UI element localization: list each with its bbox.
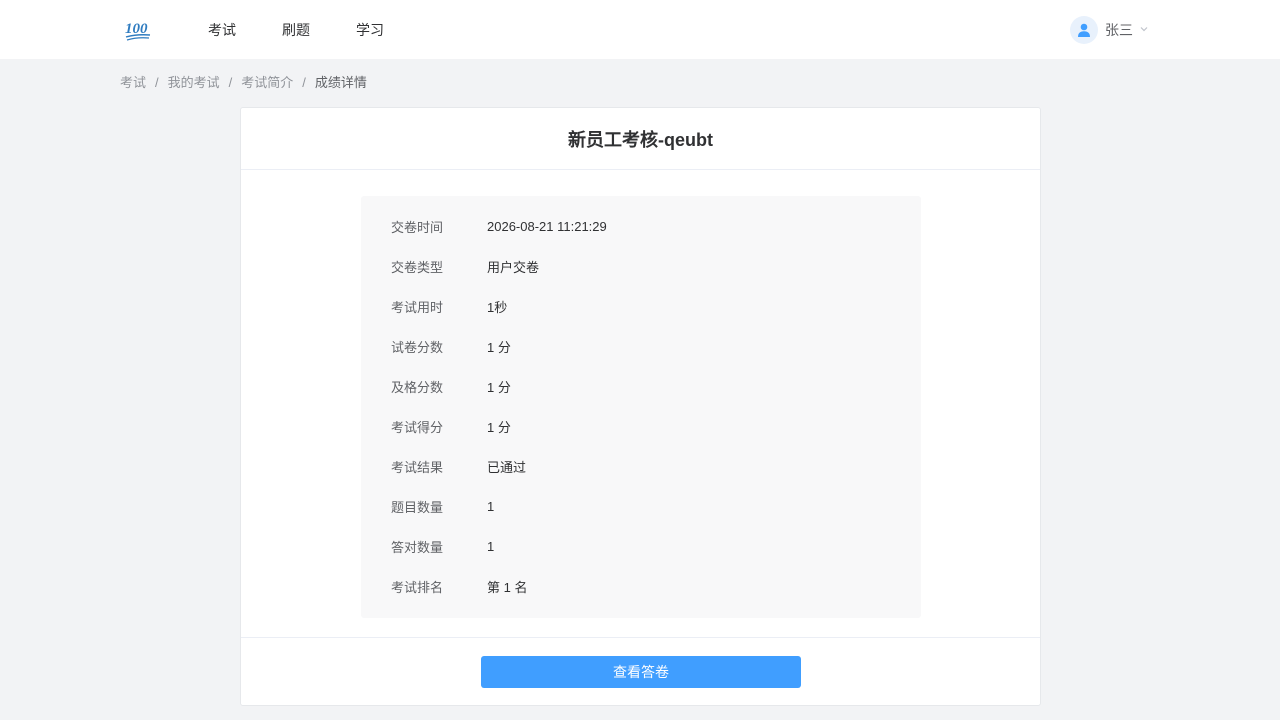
breadcrumb-score-details: 成绩详情: [314, 75, 367, 90]
row-label: 交卷时间: [391, 219, 444, 235]
nav-practice[interactable]: 刷题: [282, 21, 310, 39]
breadcrumb-separator: /: [155, 75, 159, 90]
row-label: 考试得分: [391, 419, 444, 435]
breadcrumb-separator: /: [228, 75, 233, 90]
user-name: 张三: [1105, 22, 1133, 38]
info-row-rank: 考试排名 第 1 名: [391, 576, 527, 596]
row-label: 答对数量: [391, 539, 444, 555]
nav-exam[interactable]: 考试: [208, 21, 236, 39]
top-nav-bar: 100 考试 刷题 学习 张三: [0, 0, 1280, 59]
breadcrumb-my-exams[interactable]: 我的考试: [168, 75, 220, 91]
result-card: 新员工考核-qeubt 交卷时间 2026-08-21 11:21:29 交卷类…: [240, 107, 1041, 706]
footer-divider: [241, 637, 1040, 638]
info-row-exam-score: 考试得分 1 分: [391, 416, 511, 436]
info-row-paper-score: 试卷分数 1 分: [391, 336, 511, 356]
breadcrumb-separator: /: [302, 75, 306, 90]
row-value: 1秒: [487, 299, 508, 315]
info-row-pass-score: 及格分数 1 分: [391, 376, 511, 396]
info-row-submit-time: 交卷时间 2026-08-21 11:21:29: [391, 216, 607, 236]
row-value: 用户交卷: [487, 259, 540, 275]
user-menu[interactable]: 张三: [1070, 16, 1149, 44]
row-label: 考试排名: [391, 579, 444, 595]
info-row-submit-type: 交卷类型 用户交卷: [391, 256, 539, 276]
breadcrumb-exam-intro[interactable]: 考试简介: [241, 75, 293, 91]
row-label: 试卷分数: [391, 339, 444, 355]
row-value: 1: [487, 538, 495, 554]
row-label: 考试结果: [391, 459, 444, 475]
row-label: 及格分数: [391, 379, 444, 395]
info-row-correct-count: 答对数量 1: [391, 536, 494, 556]
row-label: 考试用时: [391, 299, 444, 315]
row-value: 第 1 名: [487, 579, 528, 595]
row-value: 2026-08-21 11:21:29: [487, 218, 607, 234]
info-row-result: 考试结果 已通过: [391, 456, 526, 476]
view-answer-sheet-button[interactable]: 查看答卷: [481, 656, 801, 688]
row-value: 已通过: [487, 459, 527, 475]
breadcrumb-exam[interactable]: 考试: [120, 75, 146, 91]
nav-study[interactable]: 学习: [356, 21, 384, 39]
row-value: 1 分: [487, 379, 511, 395]
breadcrumb: 考试 / 我的考试 / 考试简介 / 成绩详情: [120, 75, 367, 91]
row-value: 1: [487, 498, 495, 514]
row-value: 1 分: [487, 339, 511, 355]
chevron-down-icon: [1139, 21, 1149, 39]
info-row-duration: 考试用时 1秒: [391, 296, 507, 316]
row-label: 交卷类型: [391, 259, 444, 275]
row-value: 1 分: [487, 419, 511, 435]
user-icon: [1070, 16, 1098, 44]
row-label: 题目数量: [391, 499, 444, 515]
exam-title: 新员工考核-qeubt: [241, 108, 1040, 170]
result-info-panel: 交卷时间 2026-08-21 11:21:29 交卷类型 用户交卷 考试用时 …: [361, 196, 921, 618]
logo-100-icon[interactable]: 100: [124, 18, 152, 42]
info-row-question-count: 题目数量 1: [391, 496, 494, 516]
